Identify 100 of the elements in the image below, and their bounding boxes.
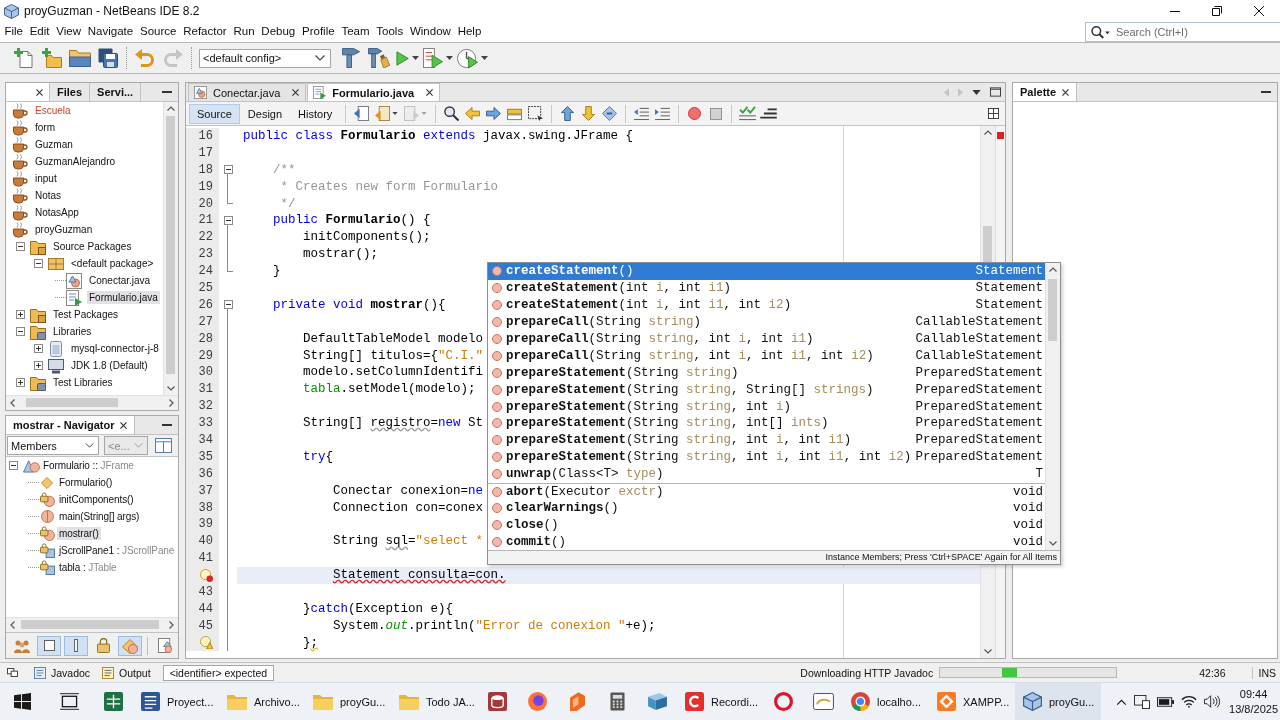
battery-icon[interactable]	[1157, 696, 1175, 707]
completion-item[interactable]: close() void	[488, 516, 1045, 534]
completion-item[interactable]: prepareCall(String string, int i, int i1) CallableStatement	[488, 330, 1045, 348]
collapse-icon[interactable]	[8, 461, 18, 470]
menu-item[interactable]: Debug	[257, 22, 299, 41]
tree-item[interactable]: Escuela	[33, 104, 73, 117]
completion-item[interactable]: prepareStatement(String string, int i, int i1) PreparedStatement	[488, 431, 1045, 449]
member-label[interactable]: Formulario :: JFrame	[41, 459, 136, 472]
grid-icon[interactable]	[988, 108, 999, 119]
filter-dropdown[interactable]: Members	[7, 436, 99, 455]
scroll-down-icon[interactable]	[984, 649, 992, 654]
scroll-thumb[interactable]	[26, 398, 118, 407]
menu-item[interactable]: Refactor	[179, 22, 231, 41]
tree-item[interactable]: proyGuzman	[33, 223, 95, 236]
expand-icon[interactable]	[33, 344, 43, 353]
editor-tab[interactable]: Conectar.java	[188, 83, 307, 101]
tree-item[interactable]: JDK 1.8 (Default)	[69, 359, 150, 372]
tree-item[interactable]: NotasApp	[33, 206, 81, 219]
menu-item[interactable]: Help	[454, 22, 485, 41]
vertical-scrollbar[interactable]	[163, 102, 178, 395]
menu-item[interactable]: Profile	[298, 22, 338, 41]
close-icon[interactable]	[292, 89, 300, 96]
close-icon[interactable]	[120, 421, 128, 429]
scroll-right-icon[interactable]	[169, 399, 174, 407]
javadoc-tab[interactable]: Javadoc	[28, 663, 97, 682]
close-icon[interactable]	[36, 88, 43, 96]
devices-icon[interactable]	[1134, 694, 1151, 709]
output-tab[interactable]: Output	[96, 663, 157, 682]
tree-item[interactable]: Conectar.java	[87, 274, 153, 287]
panel-tab[interactable]: Files	[50, 83, 91, 101]
editor-tab[interactable]: Formulario.java	[307, 83, 441, 101]
volume-icon[interactable]	[1204, 695, 1221, 708]
filter-toggle[interactable]	[64, 635, 88, 656]
tree-item[interactable]: form	[33, 121, 57, 134]
expand-icon[interactable]	[15, 310, 25, 319]
menu-item[interactable]: Edit	[26, 22, 53, 41]
menu-item[interactable]: Window	[406, 22, 455, 41]
collapse-icon[interactable]	[15, 327, 25, 336]
scroll-thumb[interactable]	[983, 226, 992, 262]
tree-item[interactable]: input	[33, 172, 59, 185]
completion-item[interactable]: clearWarnings() void	[488, 499, 1045, 517]
scroll-thumb[interactable]	[21, 620, 159, 629]
menu-item[interactable]: Tools	[372, 22, 407, 41]
filter-toggle[interactable]	[37, 635, 61, 656]
clock-time[interactable]: 09:44	[1239, 686, 1268, 702]
fold-icon[interactable]	[223, 300, 233, 310]
completion-item[interactable]: createStatement() Statement	[488, 263, 1045, 280]
tree-item[interactable]: Source Packages	[51, 240, 134, 253]
completion-item[interactable]: prepareCall(String string, int i, int i1, int i2) CallableStatement	[488, 347, 1045, 365]
tree-item[interactable]: Test Libraries	[51, 376, 115, 389]
scroll-thumb[interactable]	[166, 116, 175, 374]
taskbar-button[interactable]: Recordi...	[677, 683, 763, 720]
fold-icon[interactable]	[223, 215, 233, 225]
close-icon[interactable]	[426, 89, 434, 96]
member-label[interactable]: Formulario()	[57, 476, 115, 489]
chevron-up-icon[interactable]	[1116, 698, 1128, 705]
horizontal-scrollbar[interactable]	[6, 395, 178, 410]
collapse-icon[interactable]	[33, 259, 43, 268]
member-label[interactable]: mostrar()	[57, 527, 101, 540]
horizontal-scrollbar[interactable]	[6, 617, 178, 632]
view-tab[interactable]: Design	[239, 103, 291, 124]
scroll-up-icon[interactable]	[984, 130, 992, 135]
config-dropdown[interactable]: <default config>	[199, 48, 331, 68]
search-field[interactable]: Search (Ctrl+I)	[1085, 22, 1280, 42]
completion-item[interactable]: commit() void	[488, 533, 1045, 551]
taskbar-button[interactable]: Archivo...	[219, 683, 305, 720]
view-tab[interactable]: Source	[189, 103, 240, 124]
completion-item[interactable]: prepareStatement(String string, int i, int i1, int i2) PreparedStatement	[488, 448, 1045, 466]
member-label[interactable]: initComponents()	[57, 493, 136, 506]
completion-item[interactable]: prepareStatement(String string, int i) PreparedStatement	[488, 398, 1045, 415]
taskbar-button[interactable]: localho...	[843, 683, 929, 720]
completion-item[interactable]: unwrap(Class<T> type) T	[488, 465, 1045, 483]
taskbar-button[interactable]: proyGu...	[305, 683, 391, 720]
completion-item[interactable]: prepareCall(String string) CallableStatement	[488, 313, 1045, 331]
maximize-icon[interactable]	[990, 87, 1001, 97]
close-icon[interactable]	[1062, 88, 1070, 96]
menu-item[interactable]: Source	[136, 22, 180, 41]
scroll-thumb[interactable]	[1048, 279, 1057, 341]
taskbar-button[interactable]: XAMPP...	[929, 683, 1015, 720]
filter-toggle[interactable]	[118, 635, 142, 656]
vertical-scrollbar[interactable]	[1045, 263, 1060, 551]
scroll-up-icon[interactable]	[167, 106, 175, 111]
completion-item[interactable]: createStatement(int i, int i1) Statement	[488, 279, 1045, 297]
completion-item[interactable]: prepareStatement(String string, String[] strings) PreparedStatement	[488, 381, 1045, 399]
tree-item[interactable]: Libraries	[51, 325, 94, 338]
expand-icon[interactable]	[33, 361, 43, 370]
expand-icon[interactable]	[15, 378, 25, 387]
clock-date[interactable]: 13/8/2025	[1229, 701, 1278, 717]
member-label[interactable]: tabla : JTable	[57, 561, 119, 574]
tree-item[interactable]: <default package>	[69, 257, 156, 270]
wifi-icon[interactable]	[1181, 695, 1198, 708]
tree-item[interactable]: Guzman	[33, 138, 75, 151]
taskbar-button[interactable]: proyGu...	[1015, 683, 1101, 720]
collapse-icon[interactable]	[15, 242, 25, 251]
panel-view-button[interactable]	[153, 436, 174, 455]
taskbar-button[interactable]: Todo JA...	[391, 683, 477, 720]
menu-item[interactable]: View	[52, 22, 85, 41]
tree-item[interactable]: Formulario.java	[87, 291, 160, 304]
menu-item[interactable]: File	[1, 22, 27, 41]
clean-build-button[interactable]	[365, 45, 393, 71]
